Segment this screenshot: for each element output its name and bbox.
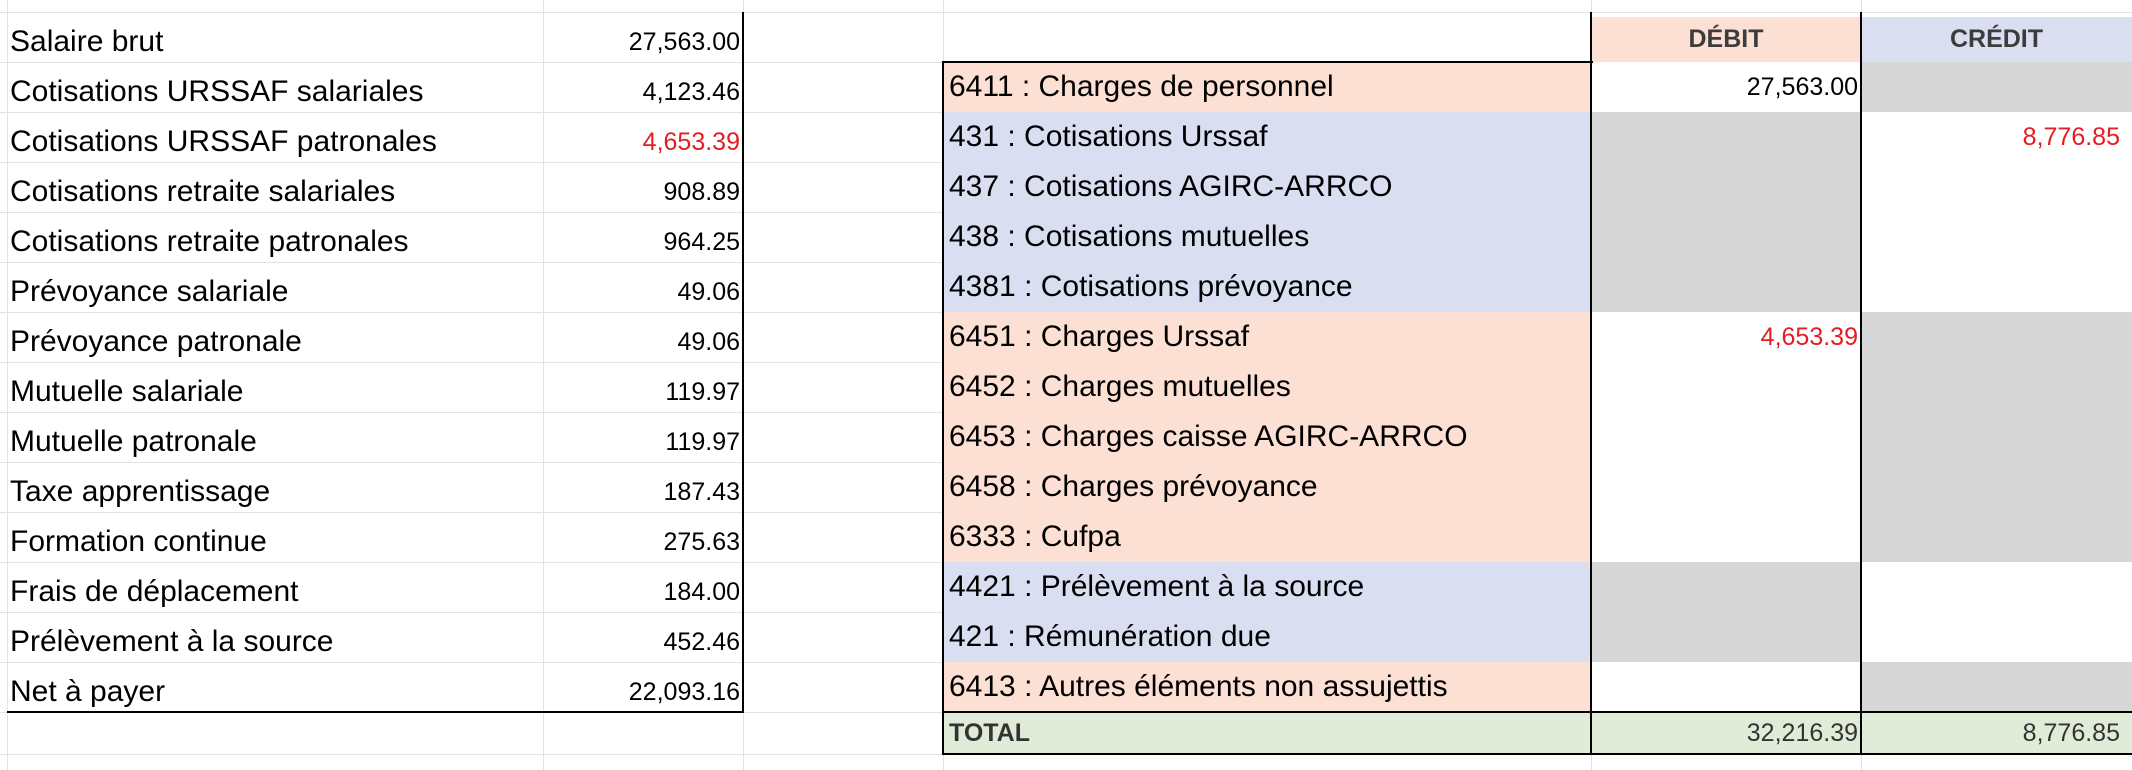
left-label-cell[interactable]: Salaire brut xyxy=(0,17,543,67)
journal-credit-cell[interactable] xyxy=(1861,662,2132,712)
journal-debit-cell[interactable] xyxy=(1591,162,1861,212)
journal-account-cell[interactable]: 6413 : Autres éléments non assujettis xyxy=(943,662,1591,712)
journal-top-border xyxy=(943,61,1593,63)
journal-account-cell[interactable]: 6333 : Cufpa xyxy=(943,512,1591,562)
left-value-cell[interactable]: 964.25 xyxy=(543,217,743,267)
debit-header[interactable]: DÉBIT xyxy=(1591,17,1861,62)
left-value-cell[interactable]: 452.46 xyxy=(543,617,743,667)
journal-debit-cell[interactable] xyxy=(1591,212,1861,262)
left-label-cell[interactable]: Cotisations retraite salariales xyxy=(0,167,543,217)
total-label-cell[interactable]: TOTAL xyxy=(943,712,1591,754)
journal-account-cell[interactable]: 4421 : Prélèvement à la source xyxy=(943,562,1591,612)
journal-credit-cell[interactable] xyxy=(1861,412,2132,462)
journal-debit-cell[interactable] xyxy=(1591,512,1861,562)
left-label-cell[interactable]: Prélèvement à la source xyxy=(0,617,543,667)
journal-credit-cell[interactable] xyxy=(1861,162,2132,212)
journal-account-cell[interactable]: 421 : Rémunération due xyxy=(943,612,1591,662)
left-value-cell[interactable]: 4,123.46 xyxy=(543,67,743,117)
journal-debit-cell[interactable]: 4,653.39 xyxy=(1591,312,1861,362)
journal-account-cell[interactable]: 6411 : Charges de personnel xyxy=(943,62,1591,112)
credit-header[interactable]: CRÉDIT xyxy=(1861,17,2132,62)
left-value-cell[interactable]: 119.97 xyxy=(543,417,743,467)
journal-credit-cell[interactable] xyxy=(1861,512,2132,562)
journal-debit-cell[interactable] xyxy=(1591,262,1861,312)
spreadsheet-grid[interactable]: Salaire brut 27,563.00 Cotisations URSSA… xyxy=(0,0,2132,770)
left-label-cell[interactable]: Cotisations retraite patronales xyxy=(0,217,543,267)
left-label-cell[interactable]: Mutuelle salariale xyxy=(0,367,543,417)
left-label-cell[interactable]: Taxe apprentissage xyxy=(0,467,543,517)
journal-debit-cell[interactable] xyxy=(1591,662,1861,712)
journal-credit-cell[interactable] xyxy=(1861,362,2132,412)
journal-credit-cell[interactable]: 8,776.85 xyxy=(1861,112,2132,162)
journal-account-cell[interactable]: 6453 : Charges caisse AGIRC-ARRCO xyxy=(943,412,1591,462)
journal-bottom-border xyxy=(943,753,2132,755)
left-value-cell[interactable]: 49.06 xyxy=(543,267,743,317)
journal-debit-cell[interactable] xyxy=(1591,112,1861,162)
journal-account-cell[interactable]: 437 : Cotisations AGIRC-ARRCO xyxy=(943,162,1591,212)
journal-credit-cell[interactable] xyxy=(1861,562,2132,612)
journal-left-border xyxy=(942,61,944,755)
journal-credit-cell[interactable] xyxy=(1861,212,2132,262)
journal-credit-cell[interactable] xyxy=(1861,612,2132,662)
journal-account-cell[interactable]: 438 : Cotisations mutuelles xyxy=(943,212,1591,262)
journal-debit-cell[interactable] xyxy=(1591,462,1861,512)
journal-total-top-border xyxy=(943,711,2132,713)
left-label-cell[interactable]: Prévoyance salariale xyxy=(0,267,543,317)
left-table-right-border xyxy=(742,12,744,713)
left-label-cell[interactable]: Net à payer xyxy=(0,667,543,717)
journal-debit-cell[interactable] xyxy=(1591,362,1861,412)
left-value-cell[interactable]: 908.89 xyxy=(543,167,743,217)
left-value-cell[interactable]: 119.97 xyxy=(543,367,743,417)
journal-account-cell[interactable]: 6452 : Charges mutuelles xyxy=(943,362,1591,412)
total-debit-cell[interactable]: 32,216.39 xyxy=(1591,712,1861,754)
left-label-cell[interactable]: Cotisations URSSAF patronales xyxy=(0,117,543,167)
left-value-cell[interactable]: 22,093.16 xyxy=(543,667,743,717)
journal-account-cell[interactable]: 6458 : Charges prévoyance xyxy=(943,462,1591,512)
total-credit-cell[interactable]: 8,776.85 xyxy=(1861,712,2132,754)
left-label-cell[interactable]: Prévoyance patronale xyxy=(0,317,543,367)
journal-debit-right-border xyxy=(1860,12,1862,755)
journal-debit-cell[interactable] xyxy=(1591,412,1861,462)
journal-debit-cell[interactable] xyxy=(1591,562,1861,612)
journal-credit-cell[interactable] xyxy=(1861,262,2132,312)
left-label-cell[interactable]: Frais de déplacement xyxy=(0,567,543,617)
journal-debit-cell[interactable] xyxy=(1591,612,1861,662)
journal-credit-cell[interactable] xyxy=(1861,312,2132,362)
left-value-cell[interactable]: 184.00 xyxy=(543,567,743,617)
left-value-cell[interactable]: 49.06 xyxy=(543,317,743,367)
journal-account-cell[interactable]: 4381 : Cotisations prévoyance xyxy=(943,262,1591,312)
left-value-cell[interactable]: 275.63 xyxy=(543,517,743,567)
journal-debit-cell[interactable]: 27,563.00 xyxy=(1591,62,1861,112)
left-label-cell[interactable]: Cotisations URSSAF salariales xyxy=(0,67,543,117)
left-value-cell[interactable]: 27,563.00 xyxy=(543,17,743,67)
left-value-cell[interactable]: 187.43 xyxy=(543,467,743,517)
journal-account-cell[interactable]: 431 : Cotisations Urssaf xyxy=(943,112,1591,162)
journal-account-cell[interactable]: 6451 : Charges Urssaf xyxy=(943,312,1591,362)
left-label-cell[interactable]: Mutuelle patronale xyxy=(0,417,543,467)
journal-account-right-border xyxy=(1590,12,1592,755)
journal-credit-cell[interactable] xyxy=(1861,462,2132,512)
left-label-cell[interactable]: Formation continue xyxy=(0,517,543,567)
left-table-bottom-border xyxy=(7,711,744,713)
journal-credit-cell[interactable] xyxy=(1861,62,2132,112)
left-value-cell[interactable]: 4,653.39 xyxy=(543,117,743,167)
